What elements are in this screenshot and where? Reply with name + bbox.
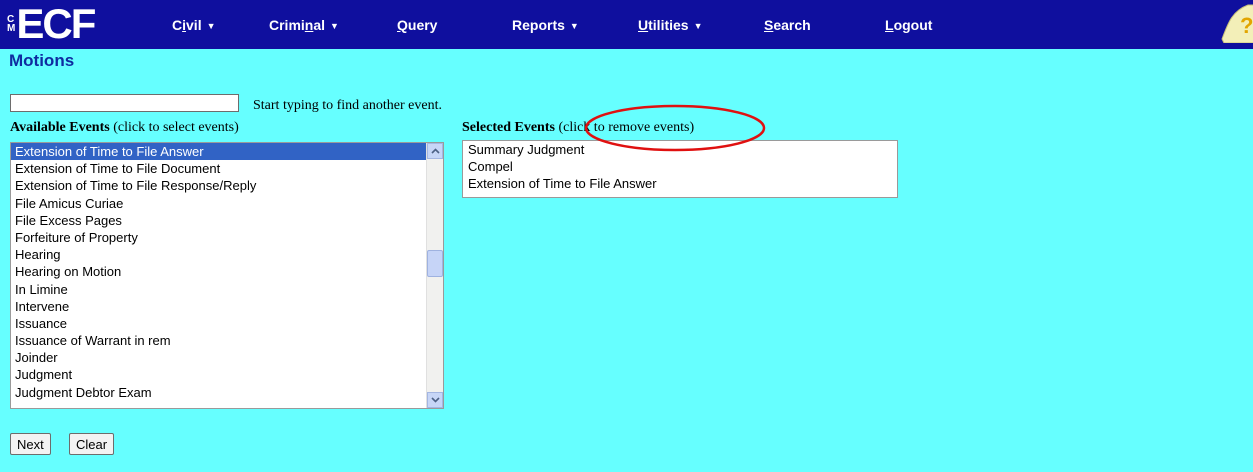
available-event-option[interactable]: Forfeiture of Property <box>11 229 443 246</box>
nav-utilities[interactable]: Utilities ▼ <box>638 17 703 33</box>
logo-small-letter: M <box>7 23 16 34</box>
selected-events-hint: (click to remove events) <box>558 120 695 135</box>
available-event-option[interactable]: Hearing <box>11 246 443 263</box>
selected-events-list[interactable]: Summary Judgment Compel Extension of Time … <box>462 140 898 198</box>
selected-event-option[interactable]: Extension of Time to File Answer <box>463 175 897 192</box>
logo-ecf-text: ECF <box>16 0 96 47</box>
selected-events-label: Selected Events (click to remove events) <box>462 120 694 136</box>
nav-query[interactable]: Query <box>397 17 437 33</box>
chevron-down-icon: ▼ <box>206 21 216 31</box>
nav-criminal[interactable]: Criminal ▼ <box>269 17 339 33</box>
nav-search[interactable]: Search <box>764 17 811 33</box>
help-icon[interactable]: ? <box>1218 3 1253 43</box>
available-event-option[interactable]: Extension of Time to File Document <box>11 160 443 177</box>
available-event-option[interactable]: In Limine <box>11 281 443 298</box>
selected-events-heading: Selected Events <box>462 120 555 135</box>
nav-logout[interactable]: Logout <box>885 17 932 33</box>
available-event-option[interactable]: Extension of Time to File Answer <box>11 143 443 161</box>
chevron-down-icon: ▼ <box>693 21 703 31</box>
available-events-list[interactable]: Extension of Time to File Answer Extensio… <box>10 142 444 409</box>
chevron-down-icon: ▼ <box>330 21 339 31</box>
available-event-option[interactable]: File Amicus Curiae <box>11 195 443 212</box>
page-title: Motions <box>9 51 75 70</box>
chevron-down-icon: ▼ <box>569 21 579 31</box>
available-event-option[interactable]: Judgment <box>11 366 443 383</box>
available-events-heading: Available Events <box>10 120 110 135</box>
cmecf-logo: CM ECF <box>7 0 96 47</box>
chevron-down-icon <box>430 397 440 403</box>
event-search-input[interactable] <box>10 94 239 112</box>
available-event-option[interactable]: Hearing on Motion <box>11 263 443 280</box>
list-scrollbar[interactable] <box>426 143 443 408</box>
top-nav-bar: CM ECF Civil ▼ Criminal ▼ Query Reports ▼ Utili… <box>0 0 1253 49</box>
chevron-up-icon <box>430 148 440 154</box>
selected-event-option[interactable]: Compel <box>463 158 897 175</box>
svg-text:?: ? <box>1240 13 1253 38</box>
nav-civil[interactable]: Civil ▼ <box>172 17 216 33</box>
clear-button[interactable]: Clear <box>69 433 115 455</box>
available-events-hint: (click to select events) <box>113 120 239 135</box>
scroll-up-button[interactable] <box>427 143 443 159</box>
nav-reports[interactable]: Reports ▼ <box>512 17 579 33</box>
available-event-option[interactable]: Issuance <box>11 315 443 332</box>
selected-event-option[interactable]: Summary Judgment <box>463 141 897 158</box>
available-event-option[interactable]: Judgment Debtor Exam <box>11 384 443 401</box>
available-event-option[interactable]: File Excess Pages <box>11 212 443 229</box>
available-events-label: Available Events (click to select events… <box>10 120 239 136</box>
next-button[interactable]: Next <box>10 433 51 455</box>
scroll-thumb[interactable] <box>427 250 443 277</box>
search-hint: Start typing to find another event. <box>253 98 442 113</box>
scroll-down-button[interactable] <box>427 392 443 408</box>
logo-cm-letters: CM <box>7 15 16 34</box>
available-event-option[interactable]: Extension of Time to File Response/Reply <box>11 177 443 194</box>
available-event-option[interactable]: Intervene <box>11 298 443 315</box>
available-event-option[interactable]: Issuance of Warrant in rem <box>11 332 443 349</box>
available-event-option[interactable]: Joinder <box>11 349 443 366</box>
